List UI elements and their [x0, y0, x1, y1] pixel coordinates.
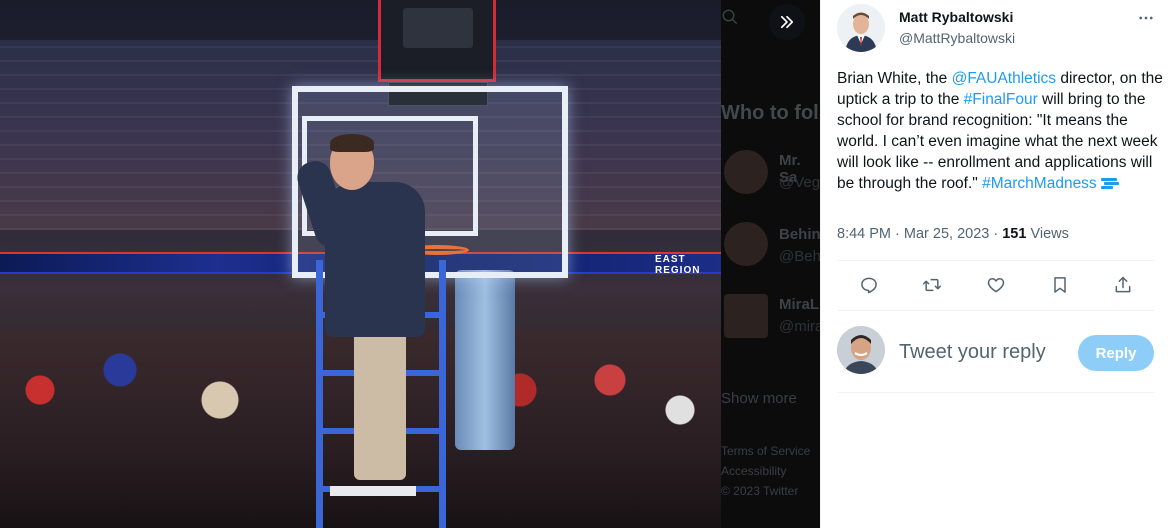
- more-button[interactable]: [1134, 8, 1158, 28]
- tweet-actions: [837, 268, 1155, 302]
- suggestion-handle: @Veg: [779, 174, 820, 191]
- views-count: 151: [1002, 226, 1027, 242]
- hashtag-link[interactable]: #MarchMadness: [982, 175, 1097, 192]
- shot-clock: [378, 0, 496, 82]
- reply-input[interactable]: [899, 336, 1069, 368]
- author-photo: [837, 4, 885, 52]
- search-icon: [722, 9, 738, 25]
- person-jacket: [325, 182, 425, 337]
- author-name[interactable]: Matt Rybaltowski: [899, 9, 1013, 25]
- reply-button[interactable]: [837, 268, 901, 302]
- author-handle[interactable]: @MattRybaltowski: [899, 30, 1015, 46]
- suggestion-handle: @Beh: [779, 248, 820, 265]
- ribbon-board-text: EAST REGION: [655, 254, 701, 276]
- share-icon: [1115, 276, 1131, 293]
- meta-separator: ·: [989, 226, 1003, 242]
- tweet-text: Brian White, the @FAUAthletics director,…: [837, 68, 1163, 194]
- bookmark-icon: [1053, 277, 1066, 293]
- who-to-follow-heading: Who to follow: [721, 102, 820, 124]
- reply-submit-button[interactable]: Reply: [1078, 335, 1154, 371]
- tweet-timestamp[interactable]: 8:44 PM · Mar 25, 2023: [837, 226, 989, 242]
- divider: [837, 260, 1155, 261]
- suggestion-name: Behin: [779, 226, 820, 243]
- share-button[interactable]: [1091, 268, 1155, 302]
- suggestion-avatar: [724, 294, 768, 338]
- like-button[interactable]: [964, 268, 1028, 302]
- dimmed-sidebar: Who to follow Mr. Sa @Veg Behin @Beh Mir…: [721, 0, 820, 528]
- retweet-button[interactable]: [901, 268, 965, 302]
- person-hair: [330, 134, 374, 152]
- user-avatar[interactable]: [837, 326, 885, 374]
- divider: [837, 392, 1155, 393]
- march-madness-hashflag-icon: [1100, 178, 1119, 189]
- ladder-step: [330, 486, 416, 496]
- views-label: Views: [1026, 226, 1069, 242]
- reply-icon: [860, 277, 877, 294]
- double-chevron-right-icon: [780, 15, 794, 29]
- more-horizontal-icon: [1139, 16, 1153, 20]
- bookmark-button[interactable]: [1028, 268, 1092, 302]
- heart-icon: [987, 278, 1005, 293]
- divider: [837, 310, 1155, 311]
- suggestion-name: MiraL: [779, 296, 820, 313]
- footer-link: Terms of Service: [721, 444, 811, 458]
- suggestion-handle: @mira: [779, 318, 820, 335]
- tweet-text-segment: Brian White, the: [837, 70, 952, 87]
- tweet-photo[interactable]: EAST REGION: [0, 0, 721, 528]
- show-more-link: Show more: [721, 390, 797, 407]
- footer-copyright: © 2023 Twitter: [721, 484, 799, 498]
- tweet-meta: 8:44 PM · Mar 25, 2023 · 151 Views: [837, 226, 1069, 242]
- suggestion-avatar: [724, 222, 768, 266]
- author-avatar[interactable]: [837, 4, 885, 52]
- mention-link[interactable]: @FAUAthletics: [952, 70, 1056, 87]
- user-photo: [837, 326, 885, 374]
- retweet-icon: [923, 278, 942, 292]
- expand-button[interactable]: [769, 4, 805, 40]
- footer-link: Accessibility: [721, 464, 787, 478]
- basket-stanchion: [455, 270, 515, 450]
- hashtag-link[interactable]: #FinalFour: [964, 91, 1038, 108]
- tweet-detail-panel: Matt Rybaltowski @MattRybaltowski Brian …: [820, 0, 1168, 528]
- person-legs: [354, 330, 406, 480]
- suggestion-avatar: [724, 150, 768, 194]
